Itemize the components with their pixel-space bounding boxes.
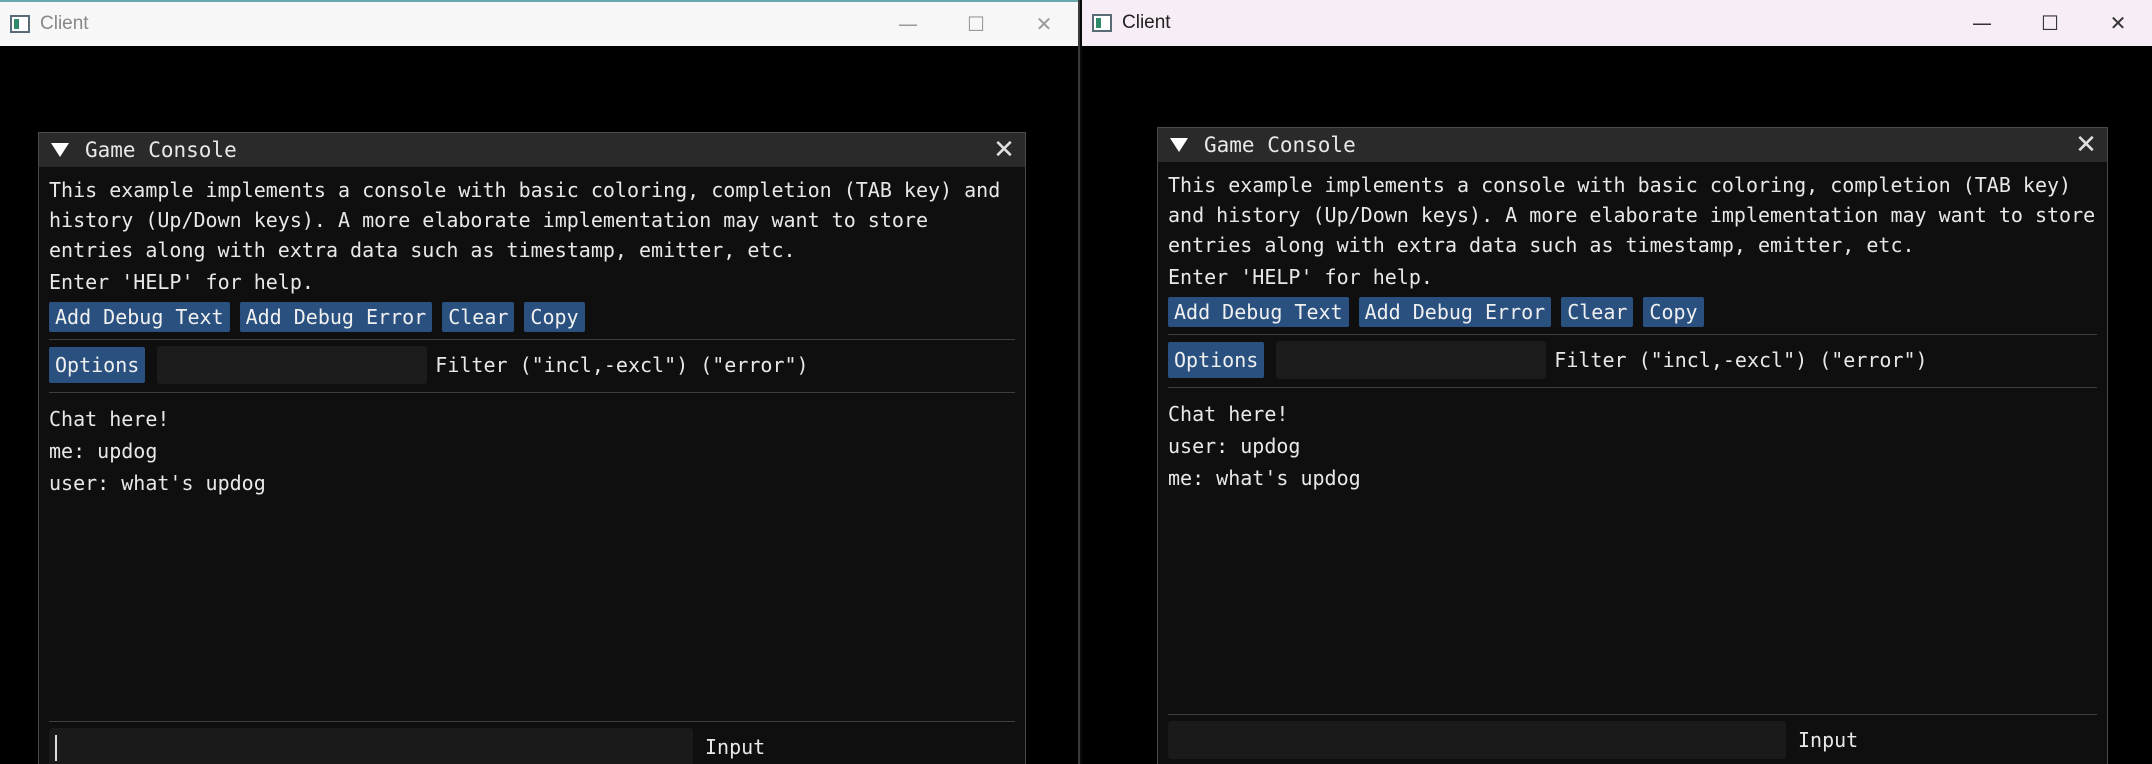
os-titlebar[interactable]: Client — ☐ ✕ bbox=[1082, 0, 2152, 46]
maximize-button[interactable]: ☐ bbox=[942, 2, 1010, 46]
clear-button[interactable]: Clear bbox=[442, 302, 515, 332]
game-console-window: Game Console ✕ This example implements a… bbox=[1157, 127, 2108, 764]
help-text: Enter 'HELP' for help. bbox=[49, 270, 314, 294]
input-label: Input bbox=[1798, 728, 1859, 752]
copy-button[interactable]: Copy bbox=[1643, 297, 1704, 327]
separator bbox=[49, 392, 1015, 393]
log-line: Chat here! bbox=[1168, 402, 1289, 426]
console-titlebar[interactable]: Game Console ✕ bbox=[1158, 128, 2107, 162]
separator bbox=[1168, 387, 2097, 388]
console-title: Game Console bbox=[85, 138, 237, 162]
filter-label: Filter ("incl,-excl") ("error") bbox=[435, 353, 809, 377]
command-input[interactable] bbox=[49, 728, 693, 764]
collapse-triangle-icon[interactable] bbox=[51, 143, 69, 157]
filter-label: Filter ("incl,-excl") ("error") bbox=[1554, 348, 1928, 372]
app-icon bbox=[1092, 14, 1112, 32]
log-line: user: what's updog bbox=[49, 471, 266, 495]
log-line: user: updog bbox=[1168, 434, 1301, 458]
separator bbox=[49, 339, 1015, 340]
log-area[interactable]: Chat here! user: updog me: what's updog bbox=[1168, 392, 2097, 494]
close-button[interactable]: ✕ bbox=[2084, 0, 2152, 46]
console-close-icon[interactable]: ✕ bbox=[991, 137, 1017, 163]
game-console-window: Game Console ✕ This example implements a… bbox=[38, 132, 1026, 764]
console-title: Game Console bbox=[1204, 133, 1356, 157]
options-button[interactable]: Options bbox=[49, 347, 146, 383]
add-debug-text-button[interactable]: Add Debug Text bbox=[49, 302, 230, 332]
help-text: Enter 'HELP' for help. bbox=[1168, 265, 1433, 289]
console-close-icon[interactable]: ✕ bbox=[2073, 132, 2099, 158]
client-window-right: Client — ☐ ✕ Game Console ✕ This example… bbox=[1082, 0, 2152, 764]
close-button[interactable]: ✕ bbox=[1010, 2, 1078, 46]
log-line: me: what's updog bbox=[1168, 466, 1361, 490]
log-area[interactable]: Chat here! me: updog user: what's updog bbox=[49, 397, 1015, 499]
console-titlebar[interactable]: Game Console ✕ bbox=[39, 133, 1025, 167]
client-window-left: Client — ☐ ✕ Game Console ✕ This example… bbox=[0, 0, 1080, 764]
window-title: Client bbox=[1122, 12, 1171, 33]
add-debug-error-button[interactable]: Add Debug Error bbox=[239, 302, 433, 332]
separator bbox=[1168, 334, 2097, 335]
window-title: Client bbox=[40, 13, 89, 34]
minimize-button[interactable]: — bbox=[1948, 0, 2016, 46]
app-icon bbox=[10, 15, 30, 33]
input-label: Input bbox=[705, 735, 766, 759]
log-line: me: updog bbox=[49, 439, 158, 463]
console-description: This example implements a console with b… bbox=[1168, 173, 2096, 257]
add-debug-error-button[interactable]: Add Debug Error bbox=[1358, 297, 1552, 327]
copy-button[interactable]: Copy bbox=[524, 302, 585, 332]
console-description: This example implements a console with b… bbox=[49, 178, 1001, 262]
os-titlebar[interactable]: Client — ☐ ✕ bbox=[0, 0, 1078, 46]
minimize-button[interactable]: — bbox=[874, 2, 942, 46]
clear-button[interactable]: Clear bbox=[1561, 297, 1634, 327]
options-button[interactable]: Options bbox=[1168, 342, 1265, 378]
command-input[interactable] bbox=[1168, 721, 1786, 759]
filter-input[interactable] bbox=[1276, 341, 1547, 379]
maximize-button[interactable]: ☐ bbox=[2016, 0, 2084, 46]
text-caret bbox=[55, 735, 57, 761]
add-debug-text-button[interactable]: Add Debug Text bbox=[1168, 297, 1349, 327]
collapse-triangle-icon[interactable] bbox=[1170, 138, 1188, 152]
filter-input[interactable] bbox=[157, 346, 428, 384]
log-line: Chat here! bbox=[49, 407, 170, 431]
